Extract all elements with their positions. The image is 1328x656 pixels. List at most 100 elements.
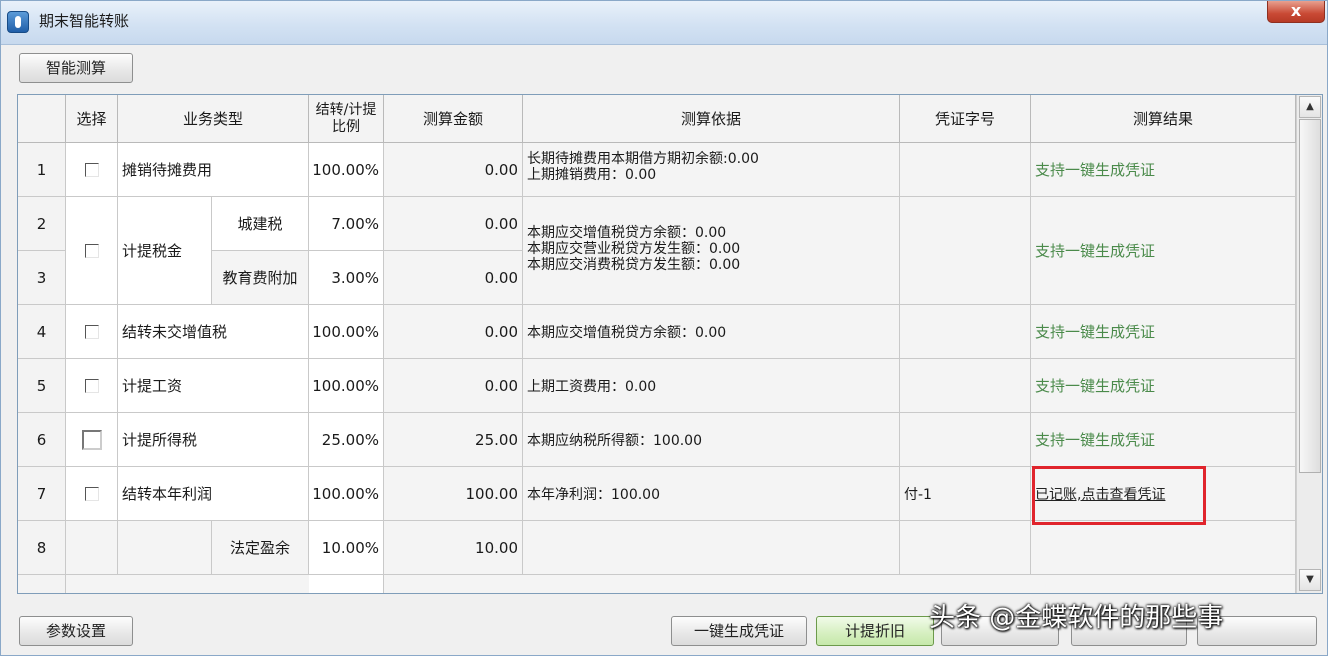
transfer-grid: 选择 业务类型 结转/计提比例 测算金额 测算依据 凭证字号 测算结果 1 摊销…	[17, 94, 1323, 594]
voucher-number	[900, 413, 1031, 467]
generate-voucher-link[interactable]: 支持一键生成凭证	[1031, 429, 1155, 450]
business-type	[118, 521, 212, 575]
calc-basis: 本期应交增值税贷方余额：0.00 本期应交营业税贷方发生额：0.00 本期应交消…	[523, 197, 900, 305]
header-select: 选择	[66, 95, 118, 143]
calc-amount: 0.00	[384, 197, 523, 251]
tax-sub-type: 法定盈余	[212, 521, 309, 575]
business-type: 结转本年利润	[118, 467, 309, 521]
ratio-value[interactable]: 100.00%	[309, 467, 384, 521]
ratio-value[interactable]: 10.00%	[309, 521, 384, 575]
ratio-value[interactable]: 100.00%	[309, 305, 384, 359]
row-number: 8	[18, 521, 66, 575]
watermark: 头条 @金蝶软件的那些事	[929, 603, 1224, 633]
calc-amount: 10.00	[384, 521, 523, 575]
row-select-cell	[66, 305, 118, 359]
business-type: 计提所得税	[118, 413, 309, 467]
row-number: 5	[18, 359, 66, 413]
basis-line: 本期应交营业税贷方发生额：0.00	[527, 241, 741, 257]
row-number: 2	[18, 197, 66, 251]
tax-sub-type: 教育费附加	[212, 251, 309, 305]
header-voucher: 凭证字号	[900, 95, 1031, 143]
voucher-number: 付-1	[900, 467, 1031, 521]
calc-basis: 上期工资费用：0.00	[523, 359, 900, 413]
voucher-number	[900, 197, 1031, 305]
calc-basis: 本期应纳税所得额：100.00	[523, 413, 900, 467]
business-type: 结转未交增值税	[118, 305, 309, 359]
row-number: 1	[18, 143, 66, 197]
basis-line: 长期待摊费用本期借方期初余额:0.00	[527, 151, 759, 167]
header-business-type: 业务类型	[118, 95, 309, 143]
depreciation-button[interactable]: 计提折旧	[816, 616, 934, 646]
header-result: 测算结果	[1031, 95, 1296, 143]
ratio-value[interactable]: 100.00%	[309, 359, 384, 413]
generate-voucher-link[interactable]: 支持一键生成凭证	[1031, 321, 1155, 342]
calc-basis: 长期待摊费用本期借方期初余额:0.00 上期摊销费用：0.00	[523, 143, 900, 197]
voucher-number	[900, 521, 1031, 575]
row-select-cell	[66, 143, 118, 197]
close-button[interactable]: x	[1267, 1, 1325, 23]
title-bar: 期末智能转账 x	[1, 1, 1327, 45]
calc-basis	[523, 521, 900, 575]
basis-line: 本期应纳税所得额：100.00	[527, 432, 702, 449]
param-settings-button[interactable]: 参数设置	[19, 616, 133, 646]
select-checkbox[interactable]	[84, 324, 99, 339]
calc-result-cell: 支持一键生成凭证	[1031, 197, 1296, 305]
calc-amount: 100.00	[384, 467, 523, 521]
generate-voucher-link[interactable]: 支持一键生成凭证	[1031, 240, 1155, 261]
generate-voucher-button[interactable]: 一键生成凭证	[671, 616, 807, 646]
scroll-thumb[interactable]	[1299, 119, 1321, 473]
select-checkbox[interactable]	[84, 162, 99, 177]
row-select-cell	[66, 467, 118, 521]
scroll-up-arrow-icon[interactable]: ▲	[1299, 96, 1321, 118]
window-title: 期末智能转账	[39, 12, 130, 30]
calc-result-cell: 支持一键生成凭证	[1031, 143, 1296, 197]
basis-line: 上期摊销费用：0.00	[527, 167, 657, 183]
header-amount: 测算金额	[384, 95, 523, 143]
row-number: 4	[18, 305, 66, 359]
row-select-cell	[66, 521, 118, 575]
row-select-cell	[66, 359, 118, 413]
highlight-box	[1032, 466, 1206, 525]
row-filler	[309, 575, 384, 593]
row-filler	[66, 575, 312, 593]
row-number: 7	[18, 467, 66, 521]
voucher-number	[900, 305, 1031, 359]
row-filler	[384, 575, 1296, 593]
generate-voucher-link[interactable]: 支持一键生成凭证	[1031, 375, 1155, 396]
business-type: 计提工资	[118, 359, 309, 413]
basis-line: 本年净利润：100.00	[527, 486, 660, 503]
smart-calc-button[interactable]: 智能测算	[19, 53, 133, 83]
transfer-window: 期末智能转账 x 智能测算 选择 业务类型 结转/计提比例 测算金额 测算依据 …	[0, 0, 1328, 656]
row-number: 6	[18, 413, 66, 467]
row-number: 3	[18, 251, 66, 305]
calc-amount: 0.00	[384, 143, 523, 197]
vertical-scrollbar[interactable]: ▲ ▼	[1296, 95, 1322, 593]
select-checkbox[interactable]	[84, 486, 99, 501]
ratio-value[interactable]: 3.00%	[309, 251, 384, 305]
ratio-value[interactable]: 100.00%	[309, 143, 384, 197]
calc-result-cell	[1031, 521, 1296, 575]
calc-amount: 0.00	[384, 359, 523, 413]
select-checkbox[interactable]	[81, 429, 102, 450]
header-ratio: 结转/计提比例	[309, 95, 384, 143]
row-select-cell	[66, 197, 118, 305]
basis-line: 本期应交增值税贷方余额：0.00	[527, 225, 727, 241]
business-type: 计提税金	[118, 197, 212, 305]
basis-line: 上期工资费用：0.00	[527, 378, 657, 395]
generate-voucher-link[interactable]: 支持一键生成凭证	[1031, 159, 1155, 180]
header-rownum	[18, 95, 66, 143]
calc-result-cell: 支持一键生成凭证	[1031, 359, 1296, 413]
voucher-number	[900, 359, 1031, 413]
row-select-cell	[66, 413, 118, 467]
ratio-value[interactable]: 25.00%	[309, 413, 384, 467]
select-checkbox[interactable]	[84, 378, 99, 393]
ratio-value[interactable]: 7.00%	[309, 197, 384, 251]
business-type: 摊销待摊费用	[118, 143, 309, 197]
calc-result-cell: 支持一键生成凭证	[1031, 413, 1296, 467]
scroll-down-arrow-icon[interactable]: ▼	[1299, 569, 1321, 591]
header-basis: 测算依据	[523, 95, 900, 143]
calc-result-cell: 支持一键生成凭证	[1031, 305, 1296, 359]
calc-amount: 25.00	[384, 413, 523, 467]
basis-line: 本期应交增值税贷方余额：0.00	[527, 324, 727, 341]
select-checkbox[interactable]	[84, 243, 99, 258]
